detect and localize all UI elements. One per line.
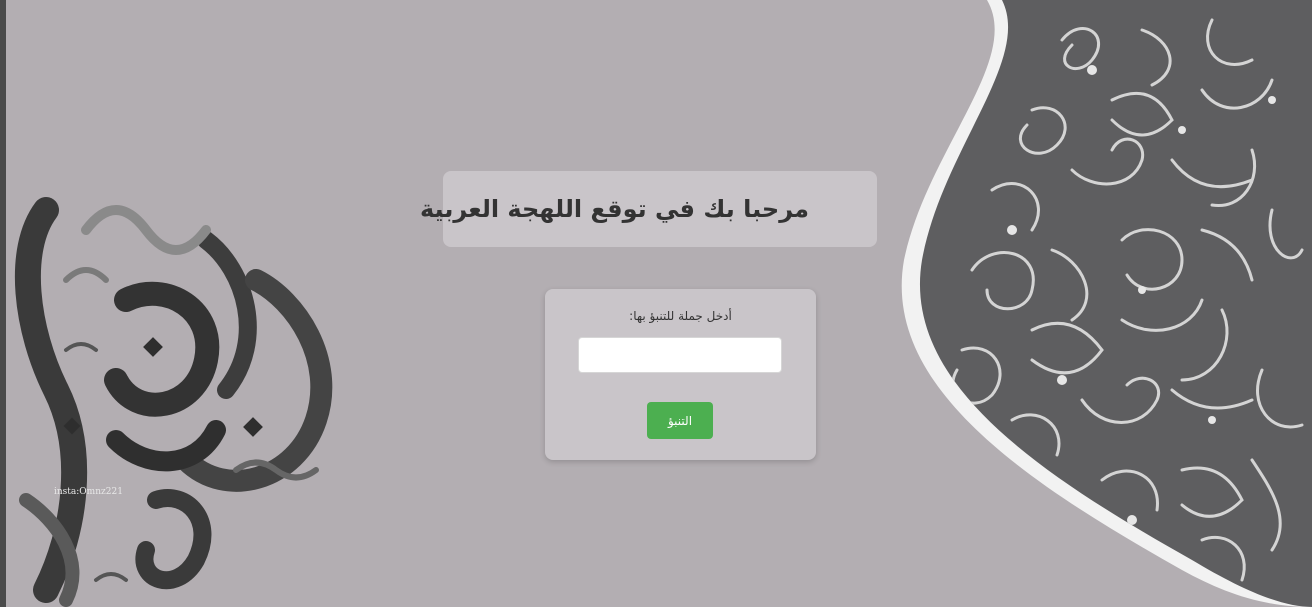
arabic-calligraphy-art [14,197,333,607]
arabic-calligraphy-dome-art [901,0,1312,607]
watermark-text: insta:Omnz221 [54,487,123,497]
title-card: مرحبا بك في توقع اللهجة العربية [420,171,877,247]
page-title: مرحبا بك في توقع اللهجة العربية [419,195,809,223]
sentence-input[interactable] [578,337,782,373]
prediction-form: :أدخل جملة للتنبؤ بها التنبؤ [545,289,816,460]
predict-button[interactable]: التنبؤ [647,402,713,439]
sentence-prompt-label: :أدخل جملة للتنبؤ بها [629,309,732,323]
